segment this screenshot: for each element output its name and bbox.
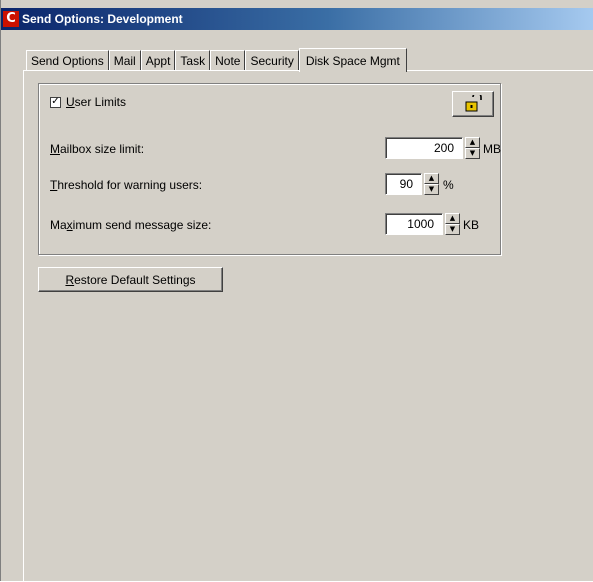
lock-button[interactable] [452, 91, 494, 117]
spin-down-icon[interactable]: ▼ [424, 184, 439, 195]
threshold-spinner[interactable]: ▲ ▼ [424, 173, 439, 195]
tab-strip: Send Options Mail Appt Task Note Securit… [26, 48, 407, 72]
tab-label: Disk Space Mgmt [305, 53, 400, 68]
title-bar: C Send Options: Development [1, 8, 593, 30]
tab-disk-space-mgmt[interactable]: Disk Space Mgmt [298, 48, 407, 72]
window-title: Send Options: Development [22, 12, 183, 26]
tab-task[interactable]: Task [175, 50, 211, 70]
send-options-window: C Send Options: Development Send Options… [0, 0, 593, 582]
tab-note[interactable]: Note [210, 50, 246, 70]
tab-label: Appt [145, 53, 171, 68]
mailbox-size-label: Mailbox size limit: [50, 142, 145, 156]
spin-down-icon[interactable]: ▼ [445, 224, 460, 235]
tab-send-options[interactable]: Send Options [26, 50, 109, 70]
restore-label: Restore Default Settings [65, 272, 196, 287]
restore-default-settings-button[interactable]: Restore Default Settings [38, 267, 223, 292]
tab-appt[interactable]: Appt [140, 50, 176, 70]
max-send-size-input[interactable]: 1000 [385, 213, 443, 235]
tab-label: Send Options [31, 53, 104, 68]
user-limits-checkbox[interactable]: ✓ [50, 96, 61, 108]
tab-label: Note [215, 53, 241, 68]
mailbox-size-spinner[interactable]: ▲ ▼ [465, 137, 480, 159]
tab-security[interactable]: Security [245, 50, 299, 70]
tab-label: Mail [113, 53, 136, 68]
mailbox-size-unit: MB [483, 142, 501, 156]
app-c-icon: C [3, 11, 19, 27]
threshold-unit: % [443, 178, 454, 192]
spin-up-icon[interactable]: ▲ [445, 213, 460, 224]
max-send-size-label: Maximum send message size: [50, 218, 212, 232]
max-send-size-spinner[interactable]: ▲ ▼ [445, 213, 460, 235]
mailbox-size-input[interactable]: 200 [385, 137, 463, 159]
user-limits-checkbox-row[interactable]: ✓ User Limits [50, 95, 126, 109]
threshold-label: Threshold for warning users: [50, 178, 203, 192]
max-send-size-unit: KB [463, 218, 480, 232]
user-limits-label: User Limits [66, 95, 127, 109]
tab-label: Task [180, 53, 206, 68]
threshold-input[interactable]: 90 [385, 173, 422, 195]
tab-mail[interactable]: Mail [108, 50, 141, 70]
tab-label: Security [250, 53, 294, 68]
spin-down-icon[interactable]: ▼ [465, 148, 480, 159]
spin-up-icon[interactable]: ▲ [465, 137, 480, 148]
spin-up-icon[interactable]: ▲ [424, 173, 439, 184]
unlock-icon [465, 95, 482, 112]
